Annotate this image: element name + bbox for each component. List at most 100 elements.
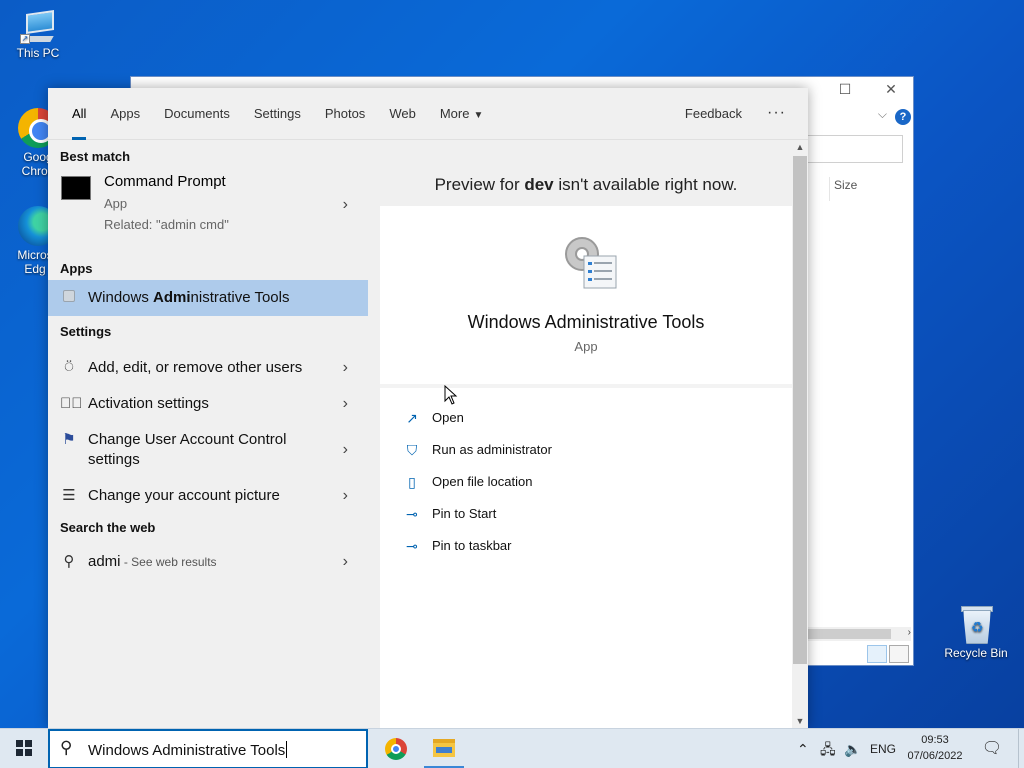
chevron-right-icon[interactable]: › xyxy=(343,386,348,422)
clock[interactable]: 09:53 07/06/2022 xyxy=(900,732,970,764)
preview-message-post: isn't available right now. xyxy=(553,175,738,194)
show-desktop-button[interactable] xyxy=(1018,729,1024,768)
preview-pane: Preview for dev isn't available right no… xyxy=(380,140,792,728)
desktop-icon-label: Recycle Bin xyxy=(944,646,1008,660)
tab-all[interactable]: All xyxy=(60,88,98,140)
app-result-windows-administrative-tools[interactable]: Windows Administrative Tools xyxy=(48,280,368,316)
windows-logo-icon xyxy=(16,740,32,756)
chevron-right-icon[interactable]: › xyxy=(343,544,348,580)
web-result-hint: - See web results xyxy=(120,555,217,569)
tab-settings[interactable]: Settings xyxy=(242,88,313,140)
app-result-label-match: Admi xyxy=(153,289,191,306)
scrollbar-thumb[interactable] xyxy=(793,156,807,664)
action-label: Run as administrator xyxy=(432,442,552,457)
tab-more-label: More xyxy=(439,105,470,121)
action-label: Pin to Start xyxy=(432,506,497,521)
setting-result-label: Change User Account Control settings xyxy=(88,431,287,468)
language-indicator[interactable]: ENG xyxy=(870,729,896,768)
taskbar: ⚲ Windows Administrative Tools ⌃ 🖧 🔈 ENG… xyxy=(0,728,1024,768)
explorer-search-box[interactable] xyxy=(807,135,903,163)
command-prompt-icon xyxy=(61,176,91,200)
scroll-down-icon[interactable]: ▼ xyxy=(792,716,808,726)
administrative-tools-icon xyxy=(60,280,78,316)
feedback-link[interactable]: Feedback xyxy=(685,88,742,140)
best-match-item[interactable]: Command Prompt App Related: "admin cmd" … xyxy=(48,168,368,252)
best-match-title: Command Prompt xyxy=(104,173,226,190)
folder-icon xyxy=(433,739,455,757)
close-icon[interactable]: ✕ xyxy=(881,81,901,98)
text-caret xyxy=(286,741,288,758)
action-pin-to-start[interactable]: ⊸ Pin to Start xyxy=(402,498,552,530)
divider xyxy=(380,384,792,388)
best-match-header: Best match xyxy=(60,149,131,164)
setting-result-label: Activation settings xyxy=(88,395,209,412)
action-pin-to-taskbar[interactable]: ⊸ Pin to taskbar xyxy=(402,530,552,562)
scroll-up-icon[interactable]: ▲ xyxy=(792,142,808,152)
open-icon: ↗ xyxy=(406,410,418,426)
more-options-icon[interactable]: ··· xyxy=(767,88,786,138)
desktop-icon-label: This PC xyxy=(16,46,60,60)
tab-photos[interactable]: Photos xyxy=(313,88,377,140)
action-label: Open xyxy=(432,410,464,425)
chevron-right-icon[interactable]: › xyxy=(343,478,348,514)
help-icon[interactable]: ? xyxy=(895,109,911,125)
setting-result-label: Change your account picture xyxy=(88,487,280,504)
setting-result-activation[interactable]: ✓⃝ Activation settings › xyxy=(48,386,368,422)
app-result-label-post: nistrative Tools xyxy=(190,289,290,306)
volume-icon[interactable]: 🔈 xyxy=(844,729,861,768)
setting-result-uac[interactable]: ⚑ Change User Account Control settings › xyxy=(48,422,368,478)
network-icon[interactable]: 🖧 xyxy=(820,729,836,768)
maximize-icon[interactable]: ☐ xyxy=(835,81,855,98)
action-run-as-administrator[interactable]: ⛉ Run as administrator xyxy=(402,434,552,466)
search-icon: ⚲ xyxy=(60,738,73,757)
action-open-file-location[interactable]: ▯ Open file location xyxy=(402,466,552,498)
best-match-type: App xyxy=(104,196,128,211)
caret-down-icon: ▼ xyxy=(473,109,484,121)
chrome-icon xyxy=(385,738,407,760)
chevron-right-icon[interactable]: › xyxy=(343,440,348,460)
desktop-icon-recycle-bin[interactable]: ♻ Recycle Bin xyxy=(936,604,1016,660)
web-result-query: admi xyxy=(88,553,121,570)
recycle-bin-icon: ♻ xyxy=(959,604,993,644)
web-result[interactable]: ⚲ admi - See web results › xyxy=(48,544,368,580)
large-icons-view-icon[interactable] xyxy=(889,645,909,663)
apps-header: Apps xyxy=(60,261,93,276)
tab-web[interactable]: Web xyxy=(377,88,428,140)
view-buttons xyxy=(867,645,911,668)
search-web-header: Search the web xyxy=(60,520,156,535)
details-view-icon[interactable] xyxy=(867,645,887,663)
preview-message-pre: Preview for xyxy=(434,175,525,194)
chevron-right-icon[interactable]: › xyxy=(343,350,348,386)
setting-result-account-picture[interactable]: ☰ Change your account picture › xyxy=(48,478,368,514)
tab-more[interactable]: More ▼ xyxy=(428,88,496,140)
account-list-icon: ☰ xyxy=(62,487,76,504)
chevron-up-icon[interactable]: ⌃ xyxy=(797,729,809,768)
notifications-icon[interactable]: 🗨 xyxy=(980,729,1004,768)
settings-header: Settings xyxy=(60,324,112,339)
size-column-header[interactable]: Size xyxy=(829,177,909,201)
action-open[interactable]: ↗ Open xyxy=(402,402,552,434)
person-add-icon: ⍥ xyxy=(64,359,74,376)
search-panel: All Apps Documents Settings Photos Web M… xyxy=(48,88,808,728)
scroll-right-icon[interactable]: › xyxy=(908,627,911,638)
horizontal-scrollbar[interactable]: › xyxy=(807,627,911,641)
desktop-icon-this-pc[interactable]: ↗ This PC xyxy=(0,10,76,60)
action-label: Open file location xyxy=(432,474,533,489)
search-icon: ⚲ xyxy=(63,553,75,570)
preview-app-title: Windows Administrative Tools xyxy=(467,312,705,332)
taskbar-search-input[interactable]: ⚲ Windows Administrative Tools xyxy=(48,729,368,768)
start-button[interactable] xyxy=(0,729,48,768)
computer-icon: ↗ xyxy=(20,10,56,44)
chevron-right-icon[interactable]: › xyxy=(343,196,348,214)
tab-documents[interactable]: Documents xyxy=(152,88,242,140)
flag-icon: ⚑ xyxy=(62,431,76,448)
tab-apps[interactable]: Apps xyxy=(98,88,152,140)
clock-date: 07/06/2022 xyxy=(907,750,963,762)
preview-scrollbar[interactable]: ▲ ▼ xyxy=(792,140,808,728)
setting-result-manage-users[interactable]: ⍥ Add, edit, or remove other users › xyxy=(48,350,368,386)
taskbar-chrome[interactable] xyxy=(372,729,420,768)
taskbar-file-explorer[interactable] xyxy=(420,729,468,768)
pin-icon: ⊸ xyxy=(406,538,418,554)
administrative-tools-large-icon xyxy=(565,237,617,289)
chevron-down-icon[interactable]: ⌵ xyxy=(878,107,887,122)
